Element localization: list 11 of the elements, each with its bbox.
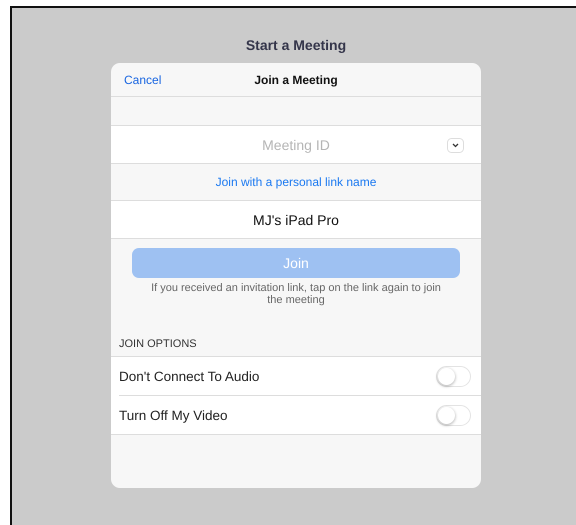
screen-title: Start a Meeting — [246, 37, 346, 53]
toggle-switch[interactable] — [436, 366, 471, 386]
toggle-switch[interactable] — [436, 404, 471, 426]
cancel-button[interactable]: Cancel — [124, 72, 162, 86]
dialog-title: Join a Meeting — [254, 72, 338, 86]
hint-text: If you received an invitation link, tap on the link again to join the meeting — [151, 282, 441, 306]
option-label: Don't Connect To Audio — [119, 368, 260, 384]
option-label: Turn Off My Video — [119, 408, 228, 422]
name-field[interactable]: MJ's iPad Pro — [111, 201, 481, 239]
chevron-down-icon[interactable] — [447, 138, 464, 152]
meeting-id-field[interactable]: Meeting ID — [111, 126, 481, 164]
